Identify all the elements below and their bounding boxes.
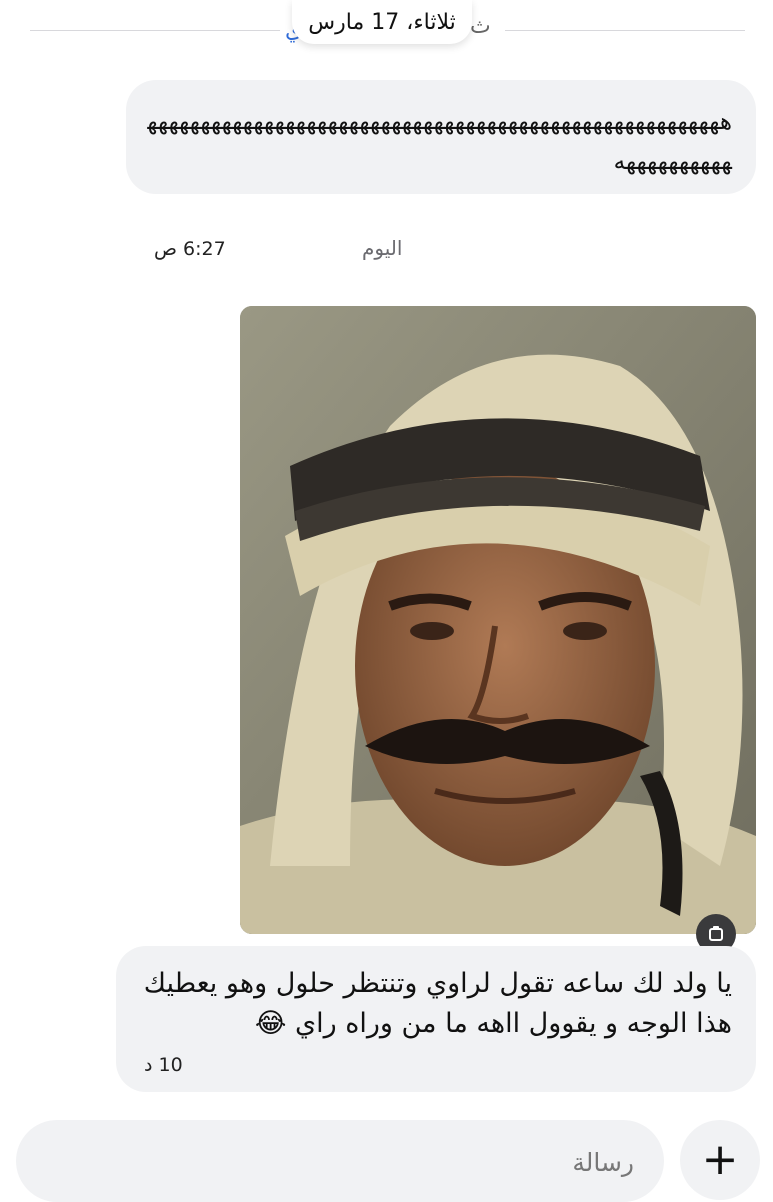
reply-bubble[interactable]: يا ولد لك ساعه تقول لراوي وتنتظر حلول وه… [116, 946, 756, 1092]
message-time: 6:27 ص [154, 238, 226, 260]
reply-time: 10 د [144, 1054, 183, 1076]
ghost-text-right: ث [470, 14, 491, 39]
add-attachment-button[interactable]: + [680, 1120, 760, 1200]
photo-image [240, 306, 756, 934]
message-bubble[interactable]: هههههههههههههههههههههههههههههههههههههههه… [126, 80, 756, 260]
message-composer [16, 1120, 664, 1202]
clip-icon [709, 926, 723, 941]
today-divider: اليوم [362, 236, 403, 260]
date-chip: ثلاثاء، 17 مارس [292, 0, 472, 44]
date-divider-line-right [505, 30, 745, 31]
photo-message[interactable] [240, 306, 756, 934]
date-divider-line-left [30, 30, 280, 31]
reply-text: يا ولد لك ساعه تقول لراوي وتنتظر حلول وه… [143, 968, 732, 1039]
message-text: هههههههههههههههههههههههههههههههههههههههه… [147, 109, 732, 175]
message-input[interactable] [42, 1138, 636, 1186]
